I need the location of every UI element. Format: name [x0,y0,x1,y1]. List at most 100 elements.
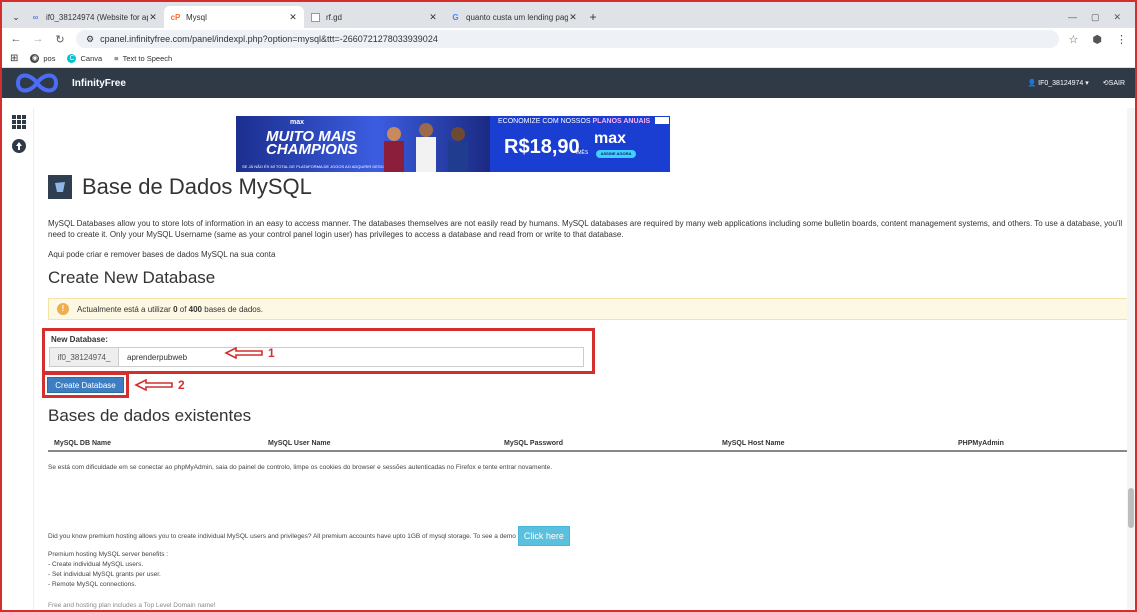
banner-offer: ECONOMIZE COM NOSSOS PLANOS ANUAIS [498,118,651,125]
benefit-item: - Set individual MySQL grants per user. [48,571,161,578]
window-controls: — ▢ ✕ [1068,6,1135,28]
globe-icon: ◉ [30,54,40,63]
create-button-highlight: Create Database [42,372,129,398]
page-scrollbar[interactable] [1127,108,1135,610]
col-user-name: MySQL User Name [268,439,331,447]
database-icon [48,175,72,199]
new-database-label: New Database: [51,335,108,344]
premium-text: Did you know premium hosting allows you … [48,532,516,540]
page-icon [310,12,321,22]
minimize-icon[interactable]: — [1068,12,1077,22]
address-bar: ← → ↻ ⚙ cpanel.infinityfree.com/panel/in… [2,28,1135,50]
close-window-icon[interactable]: ✕ [1113,12,1121,23]
infinityfree-icon: ∞ [32,12,39,22]
col-host-name: MySQL Host Name [722,439,785,447]
url-text: cpanel.infinityfree.com/panel/indexpl.ph… [100,34,438,44]
close-tab-icon[interactable]: ✕ [568,12,578,23]
benefit-item: - Remote MySQL connections. [48,581,137,588]
click-here-button[interactable]: Click here [517,526,570,546]
existing-databases-heading: Bases de dados existentes [48,406,252,425]
star-icon[interactable]: ☆ [1069,33,1079,46]
url-field[interactable]: ⚙ cpanel.infinityfree.com/panel/indexpl.… [76,30,1059,48]
logout-button[interactable]: ⟲SAIR [1103,79,1125,87]
forward-icon[interactable]: → [32,33,44,45]
bookmarks-bar: ⊞ ◉ pos C Canva ≡ Text to Speech [2,50,1135,68]
main-content: max MUITO MAIS CHAMPIONS SE JÁ NÃO ÉS MÍ… [34,108,1135,610]
tab-bar: ⌄ ∞ if0_38124974 (Website for apre ✕ cP … [2,2,1135,28]
back-icon[interactable]: ← [10,33,22,45]
speech-icon: ≡ [114,54,119,63]
premium-benefits: Premium hosting MySQL server benefits : … [48,550,168,590]
menu-icon[interactable]: ⋮ [1116,33,1127,46]
scrollbar-thumb[interactable] [1128,488,1134,528]
apps-icon[interactable]: ⊞ [10,53,18,64]
user-menu[interactable]: 👤 IF0_38124974 ▾ [1027,79,1088,87]
tab-title: rf.gd [326,12,343,22]
tab-title: if0_38124974 (Website for apre [46,12,148,22]
page-description: MySQL Databases allow you to store lots … [48,219,1123,239]
ad-banner[interactable]: max MUITO MAIS CHAMPIONS SE JÁ NÃO ÉS MÍ… [236,116,670,172]
warning-icon: ! [57,303,69,315]
premium-promo: Did you know premium hosting allows you … [48,526,570,546]
arrow-left-icon [224,347,263,359]
new-database-highlight: New Database: if0_38124974_ [42,328,595,374]
close-tab-icon[interactable]: ✕ [288,12,298,23]
phpmyadmin-note: Se está com dificuldade em se conectar a… [48,464,553,471]
annotation-arrow-2: 2 [134,378,185,392]
banner-left: max MUITO MAIS CHAMPIONS SE JÁ NÃO ÉS MÍ… [236,116,490,172]
usage-text: Actualmente está a utilizar 0 of 400 bas… [77,304,263,314]
banner-cta-button[interactable]: ASSINE AGORA [596,150,636,158]
col-password: MySQL Password [504,439,564,447]
usage-alert: ! Actualmente está a utilizar 0 of 400 b… [48,298,1130,320]
bookmark-canva[interactable]: C Canva [67,54,102,63]
benefit-item: - Create individual MySQL users. [48,561,144,568]
database-name-input[interactable] [119,347,584,367]
tab-title: Mysql [186,12,207,22]
left-rail [4,108,34,610]
ad-choices-icon[interactable] [654,116,670,125]
canva-icon: C [67,54,77,63]
new-tab-icon[interactable]: + [584,6,602,28]
arrow-left-icon [134,379,173,391]
browser-tab-2[interactable]: cP Mysql ✕ [164,6,304,28]
create-database-heading: Create New Database [48,268,216,287]
page-subtitle: Aqui pode criar e remover bases de dados… [48,250,276,259]
close-tab-icon[interactable]: ✕ [428,12,438,23]
extension-icon[interactable]: ⬢ [1092,33,1102,46]
banner-logo: max [290,119,305,126]
reload-icon[interactable]: ↻ [54,33,66,46]
close-tab-icon[interactable]: ✕ [148,12,158,23]
annotation-arrow-1: 1 [224,346,275,360]
infinity-logo-icon[interactable] [12,71,62,95]
banner-right: ECONOMIZE COM NOSSOS PLANOS ANUAIS R$18,… [490,116,670,172]
banner-price: R$18,90 [504,136,580,158]
players-image [384,123,468,172]
new-database-input-group: if0_38124974_ [49,347,584,367]
tab-search-icon[interactable]: ⌄ [8,6,24,28]
restore-icon[interactable]: ▢ [1091,12,1100,23]
create-database-button[interactable]: Create Database [47,377,124,393]
tab-title: quanto custa um lending page [466,12,568,22]
databases-table-header: MySQL DB Name MySQL User Name MySQL Pass… [48,436,1130,452]
benefits-title: Premium hosting MySQL server benefits : [48,551,169,558]
page-heading: Base de Dados MySQL [82,174,312,199]
banner-price-unit: /MÊS [576,150,589,156]
banner-headline: MUITO MAIS CHAMPIONS [266,128,358,158]
database-prefix: if0_38124974_ [49,347,119,367]
grid-menu-icon[interactable] [11,114,27,130]
browser-tab-4[interactable]: G quanto custa um lending page ✕ [444,6,584,28]
site-header: InfinityFree 👤 IF0_38124974 ▾ ⟲SAIR [2,68,1135,98]
bookmark-text-to-speech[interactable]: ≡ Text to Speech [114,54,172,63]
cut-off-text: Free and hosting plan includes a Top Lev… [48,602,216,609]
google-icon: G [452,12,459,22]
col-phpmyadmin: PHPMyAdmin [958,439,1004,447]
browser-tab-3[interactable]: rf.gd ✕ [304,6,444,28]
bookmark-pos[interactable]: ◉ pos [30,54,55,63]
page-title: Base de Dados MySQL [48,174,312,200]
browser-tab-1[interactable]: ∞ if0_38124974 (Website for apre ✕ [24,6,164,28]
banner-brand: max [594,130,627,147]
site-info-icon[interactable]: ⚙ [86,34,94,45]
upload-icon[interactable] [11,138,27,154]
brand-name[interactable]: InfinityFree [72,78,126,89]
browser-window: ⌄ ∞ if0_38124974 (Website for apre ✕ cP … [0,0,1137,612]
